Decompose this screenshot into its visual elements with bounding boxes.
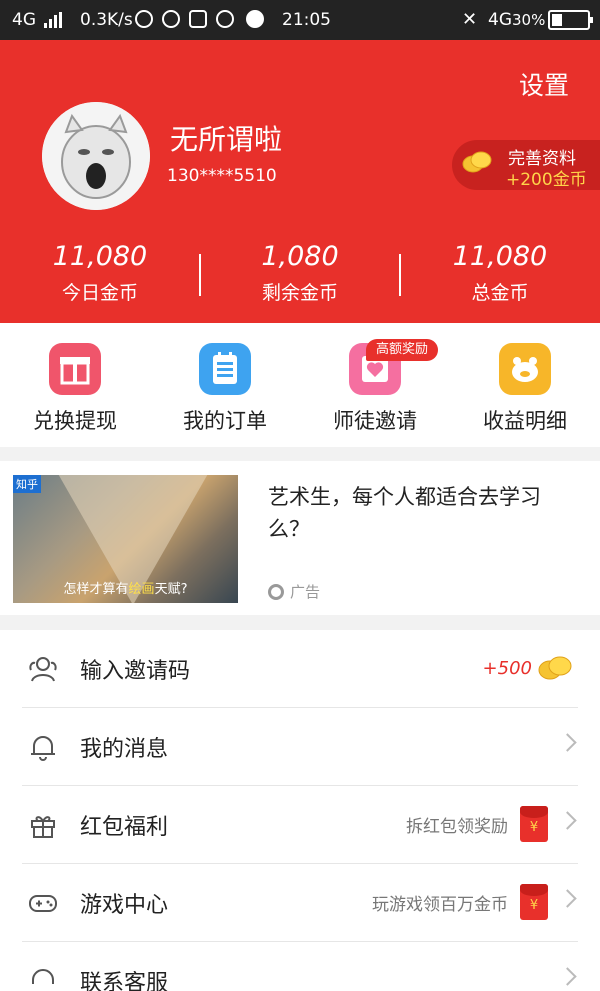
- gamepad-icon: [29, 895, 57, 912]
- s-app-icon: [189, 10, 207, 28]
- menu-item-label: 输入邀请码: [80, 659, 191, 684]
- caption-highlight: 绘画: [128, 582, 155, 597]
- chevron-right-icon: [558, 733, 577, 752]
- menu-item-label: 我的消息: [80, 737, 169, 762]
- ad-label: 广告: [268, 581, 320, 602]
- phone-number: 130****5510: [167, 166, 277, 186]
- complete-profile-button[interactable]: 完善资料 +200金币: [452, 140, 600, 190]
- piggy-bank-icon: [499, 343, 551, 395]
- quick-actions: 兑换提现 我的订单 师徒邀请 收益明细 高额奖励: [0, 323, 600, 447]
- profile-header: 设置 无所谓啦 130****5510 完善资料 +200金币 11,080 今…: [0, 40, 600, 323]
- menu-list: 输入邀请码 +500 我的消息 红包福利 拆红包领奖励 ¥ 游戏中心 玩游戏领百…: [0, 630, 600, 991]
- coins-icon: [462, 151, 492, 173]
- stat-total-coins[interactable]: 11,080 总金币: [400, 240, 600, 305]
- clock: 21:05: [282, 10, 331, 30]
- stat-label: 总金币: [471, 282, 529, 304]
- stat-value: 1,080: [261, 241, 339, 272]
- ad-title: 艺术生，每个人都适合去学习么？: [268, 485, 541, 541]
- stat-value: 11,080: [452, 241, 548, 272]
- stat-remaining-coins[interactable]: 1,080 剩余金币: [200, 240, 400, 305]
- quick-action-label: 收益明细: [483, 409, 567, 433]
- username: 无所谓啦: [170, 123, 283, 156]
- quick-action-label: 我的订单: [183, 409, 267, 433]
- battery-icon: [548, 10, 593, 30]
- avatar[interactable]: [42, 102, 150, 210]
- chevron-right-icon: [558, 967, 577, 986]
- ad-source-tag: 知乎: [13, 475, 41, 493]
- quick-action-earnings[interactable]: 收益明细: [450, 341, 600, 435]
- menu-item-hint: 拆红包领奖励: [406, 817, 508, 837]
- weibo-icon: [162, 10, 180, 28]
- stat-value: 11,080: [52, 241, 148, 272]
- gift-box-icon: [49, 343, 101, 395]
- high-reward-badge: 高额奖励: [366, 339, 438, 361]
- wechat-icon: [216, 10, 234, 28]
- signal-icon: [44, 12, 64, 28]
- menu-item-label: 红包福利: [80, 815, 169, 840]
- network-type-right: 4G: [488, 10, 512, 30]
- ad-ring-icon: [268, 584, 284, 600]
- quick-action-label: 兑换提现: [33, 409, 117, 433]
- coins-icon: [538, 656, 572, 680]
- mute-icon: ✕: [462, 9, 478, 30]
- menu-item-label: 联系客服: [80, 971, 169, 991]
- caption-suffix: 天赋?: [154, 582, 188, 597]
- quick-action-label: 师徒邀请: [333, 409, 417, 433]
- complete-profile-bonus: +200金币: [506, 170, 587, 190]
- message-icon: [246, 10, 264, 28]
- chevron-right-icon: [558, 889, 577, 908]
- menu-item-hint: 玩游戏领百万金币: [372, 895, 508, 915]
- network-type-left: 4G: [12, 10, 36, 30]
- status-bar: 4G 0.3K/s 21:05 ✕ 4G 30%: [0, 0, 600, 40]
- menu-item-customer-service[interactable]: 联系客服: [0, 942, 600, 991]
- app-notification-icon: [135, 10, 153, 28]
- menu-item-red-packet[interactable]: 红包福利 拆红包领奖励 ¥: [0, 786, 600, 863]
- menu-item-messages[interactable]: 我的消息: [0, 708, 600, 785]
- stat-label: 今日金币: [61, 282, 138, 304]
- order-list-icon: [199, 343, 251, 395]
- ad-tag-text: 广告: [290, 583, 321, 601]
- menu-item-game-center[interactable]: 游戏中心 玩游戏领百万金币 ¥: [0, 864, 600, 941]
- red-envelope-icon: ¥: [520, 884, 548, 920]
- menu-item-invite-code[interactable]: 输入邀请码 +500: [0, 630, 600, 707]
- ad-image: 知乎 怎样才算有绘画天赋?: [13, 475, 238, 603]
- bell-icon: [31, 736, 55, 761]
- red-envelope-icon: ¥: [520, 806, 548, 842]
- network-speed: 0.3K/s: [80, 10, 133, 30]
- ad-image-caption: 怎样才算有绘画天赋?: [13, 578, 238, 597]
- invite-reward-amount: +500: [482, 658, 532, 679]
- stat-label: 剩余金币: [261, 282, 338, 304]
- ad-card[interactable]: 知乎 怎样才算有绘画天赋? 艺术生，每个人都适合去学习么？ 广告: [0, 461, 600, 615]
- quick-action-exchange[interactable]: 兑换提现: [0, 341, 150, 435]
- quick-action-orders[interactable]: 我的订单: [150, 341, 300, 435]
- gift-icon: [31, 816, 55, 838]
- caption-prefix: 怎样才算有: [63, 582, 129, 597]
- chevron-right-icon: [558, 811, 577, 830]
- stat-today-coins[interactable]: 11,080 今日金币: [0, 240, 200, 305]
- headset-icon: [32, 969, 54, 984]
- menu-item-label: 游戏中心: [80, 893, 169, 918]
- battery-percent: 30%: [512, 11, 546, 29]
- invite-people-icon: [29, 657, 57, 682]
- settings-button[interactable]: 设置: [519, 66, 569, 102]
